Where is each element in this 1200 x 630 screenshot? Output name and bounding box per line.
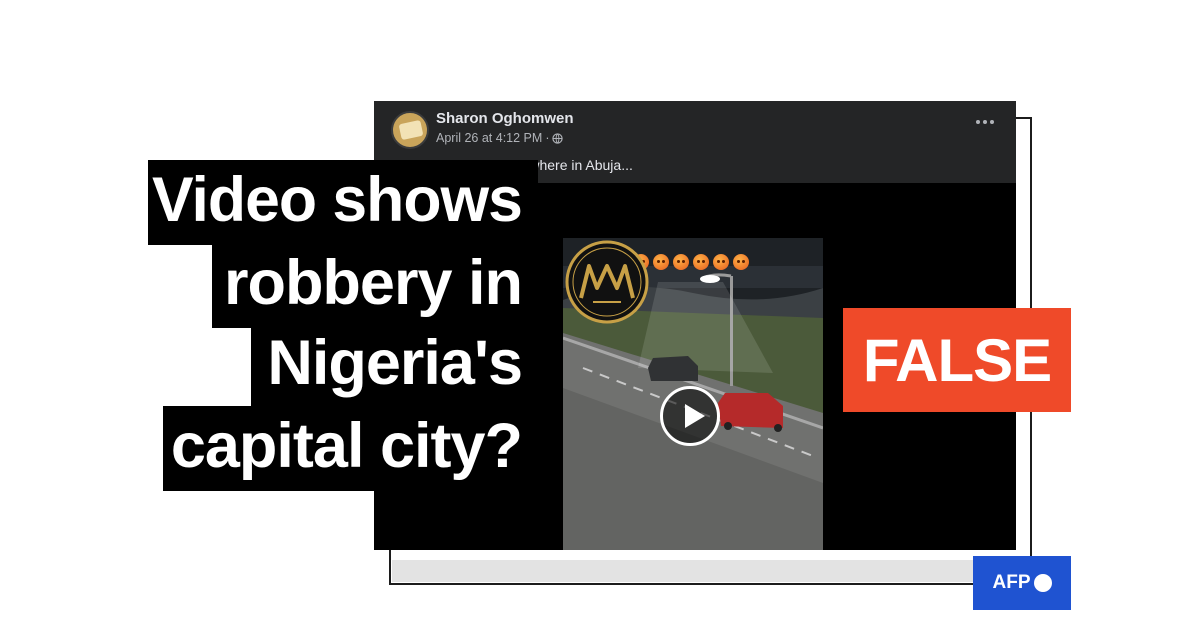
- angry-face-icon: [653, 254, 669, 270]
- angry-face-icon: [693, 254, 709, 270]
- mm-monogram-logo: [565, 240, 649, 324]
- afp-logo-text: AFP: [992, 572, 1031, 593]
- headline-line-3: Nigeria's: [251, 323, 538, 408]
- angry-face-icon: [673, 254, 689, 270]
- false-verdict-badge: FALSE: [843, 308, 1071, 412]
- author-avatar[interactable]: [391, 111, 429, 149]
- headline-line-1: Video shows: [148, 160, 538, 245]
- back-frame-shadow: [392, 560, 1029, 582]
- angry-face-icon: [713, 254, 729, 270]
- globe-icon: [552, 132, 564, 144]
- headline-line-4: capital city?: [163, 406, 538, 491]
- meta-separator: ·: [545, 131, 550, 145]
- post-meta: April 26 at 4:12 PM ·: [436, 131, 564, 145]
- post-time[interactable]: April 26 at 4:12 PM: [436, 131, 542, 145]
- play-icon[interactable]: [660, 386, 720, 446]
- afp-dot-icon: [1033, 574, 1052, 592]
- afp-logo: AFP: [973, 556, 1071, 610]
- video-thumbnail[interactable]: [563, 238, 823, 550]
- author-name[interactable]: Sharon Oghomwen: [436, 110, 574, 127]
- headline-line-2: robbery in: [212, 243, 538, 328]
- more-dots-icon[interactable]: [974, 115, 996, 129]
- angry-face-icon: [733, 254, 749, 270]
